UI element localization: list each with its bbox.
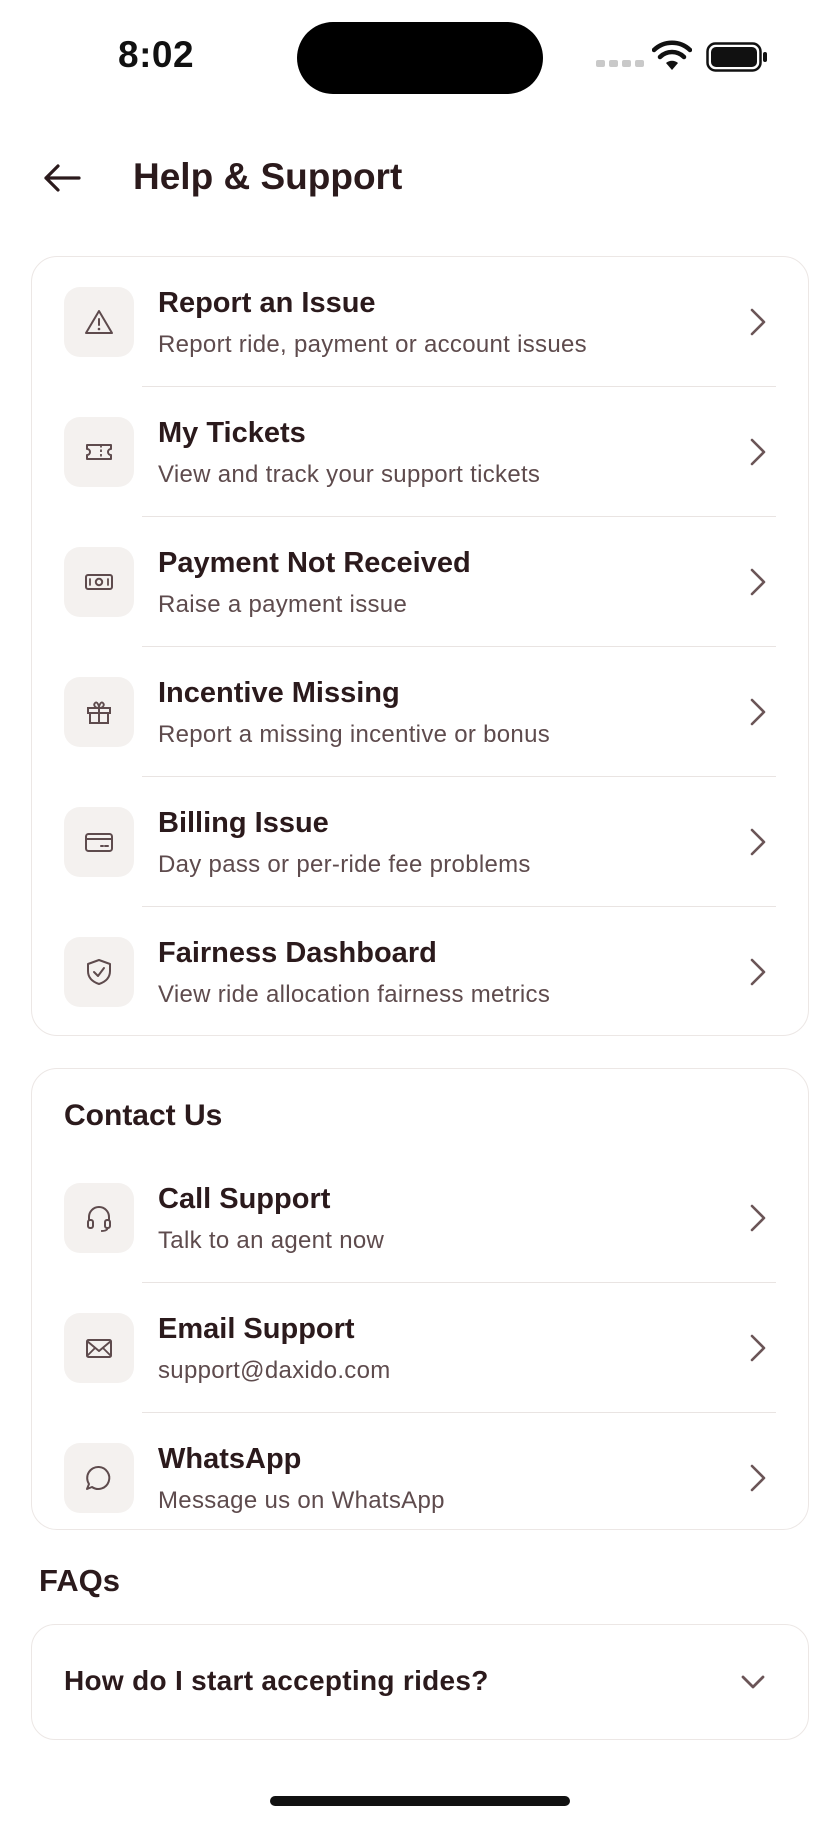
faq-item[interactable]: How do I start accepting rides? xyxy=(31,1624,809,1740)
fairness-dashboard-item[interactable]: Fairness Dashboard View ride allocation … xyxy=(32,907,808,1037)
gift-icon xyxy=(87,701,111,724)
chevron-down-icon xyxy=(741,1675,765,1689)
item-title: My Tickets xyxy=(158,417,306,449)
my-tickets-item[interactable]: My Tickets View and track your support t… xyxy=(32,387,808,517)
chevron-right-icon xyxy=(750,568,766,596)
faq-heading: FAQs xyxy=(39,1563,120,1598)
icon-container xyxy=(64,417,134,487)
billing-issue-item[interactable]: Billing Issue Day pass or per-ride fee p… xyxy=(32,777,808,907)
back-button[interactable] xyxy=(40,158,84,198)
icon-container xyxy=(64,1443,134,1513)
support-options-card: Report an Issue Report ride, payment or … xyxy=(31,256,809,1036)
cellular-signal-icon xyxy=(596,60,644,67)
chevron-right-icon xyxy=(750,1334,766,1362)
item-title: WhatsApp xyxy=(158,1443,302,1475)
item-title: Email Support xyxy=(158,1313,355,1345)
item-subtitle: Message us on WhatsApp xyxy=(158,1487,445,1514)
item-title: Billing Issue xyxy=(158,807,329,839)
credit-card-icon xyxy=(85,833,113,852)
banknote-icon xyxy=(85,574,113,590)
item-subtitle: Report a missing incentive or bonus xyxy=(158,721,551,748)
warning-triangle-icon xyxy=(85,310,113,334)
ticket-icon xyxy=(86,444,112,460)
chevron-right-icon xyxy=(750,828,766,856)
payment-not-received-item[interactable]: Payment Not Received Raise a payment iss… xyxy=(32,517,808,647)
arrow-left-icon xyxy=(44,164,81,192)
item-subtitle: Raise a payment issue xyxy=(158,591,408,618)
icon-container xyxy=(64,937,134,1007)
status-bar: 8:02 xyxy=(0,0,840,110)
icon-container xyxy=(64,1183,134,1253)
headset-icon xyxy=(87,1206,111,1232)
item-title: Fairness Dashboard xyxy=(158,937,437,969)
contact-heading: Contact Us xyxy=(64,1099,223,1132)
incentive-missing-item[interactable]: Incentive Missing Report a missing incen… xyxy=(32,647,808,777)
page-title: Help & Support xyxy=(133,156,403,197)
item-title: Report an Issue xyxy=(158,287,376,319)
battery-icon xyxy=(706,42,767,72)
icon-container xyxy=(64,807,134,877)
chevron-right-icon xyxy=(750,958,766,986)
item-title: Incentive Missing xyxy=(158,677,400,709)
item-title: Call Support xyxy=(158,1183,331,1215)
chevron-right-icon xyxy=(750,308,766,336)
icon-container xyxy=(64,547,134,617)
item-title: Payment Not Received xyxy=(158,547,471,579)
chevron-right-icon xyxy=(750,1204,766,1232)
item-subtitle: View and track your support tickets xyxy=(158,461,541,488)
chevron-right-icon xyxy=(750,1464,766,1492)
icon-container xyxy=(64,287,134,357)
dynamic-island xyxy=(297,22,543,94)
wifi-icon xyxy=(652,40,692,70)
chat-bubble-icon xyxy=(86,1465,111,1490)
report-issue-item[interactable]: Report an Issue Report ride, payment or … xyxy=(32,257,808,387)
item-subtitle: Day pass or per-ride fee problems xyxy=(158,851,531,878)
call-support-item[interactable]: Call Support Talk to an agent now xyxy=(32,1153,808,1283)
faq-question: How do I start accepting rides? xyxy=(64,1665,489,1696)
chevron-right-icon xyxy=(750,698,766,726)
status-time: 8:02 xyxy=(118,34,195,75)
whatsapp-item[interactable]: WhatsApp Message us on WhatsApp xyxy=(32,1413,808,1543)
chevron-right-icon xyxy=(750,438,766,466)
item-subtitle: Report ride, payment or account issues xyxy=(158,331,587,358)
shield-check-icon xyxy=(87,959,111,985)
icon-container xyxy=(64,677,134,747)
header: Help & Support xyxy=(0,148,840,208)
home-indicator[interactable] xyxy=(270,1796,570,1806)
item-subtitle: support@daxido.com xyxy=(158,1357,391,1384)
item-subtitle: Talk to an agent now xyxy=(158,1227,385,1254)
mail-icon xyxy=(86,1339,112,1358)
contact-us-card: Contact Us Call Support Talk to an agent… xyxy=(31,1068,809,1530)
item-subtitle: View ride allocation fairness metrics xyxy=(158,981,551,1008)
email-support-item[interactable]: Email Support support@daxido.com xyxy=(32,1283,808,1413)
icon-container xyxy=(64,1313,134,1383)
